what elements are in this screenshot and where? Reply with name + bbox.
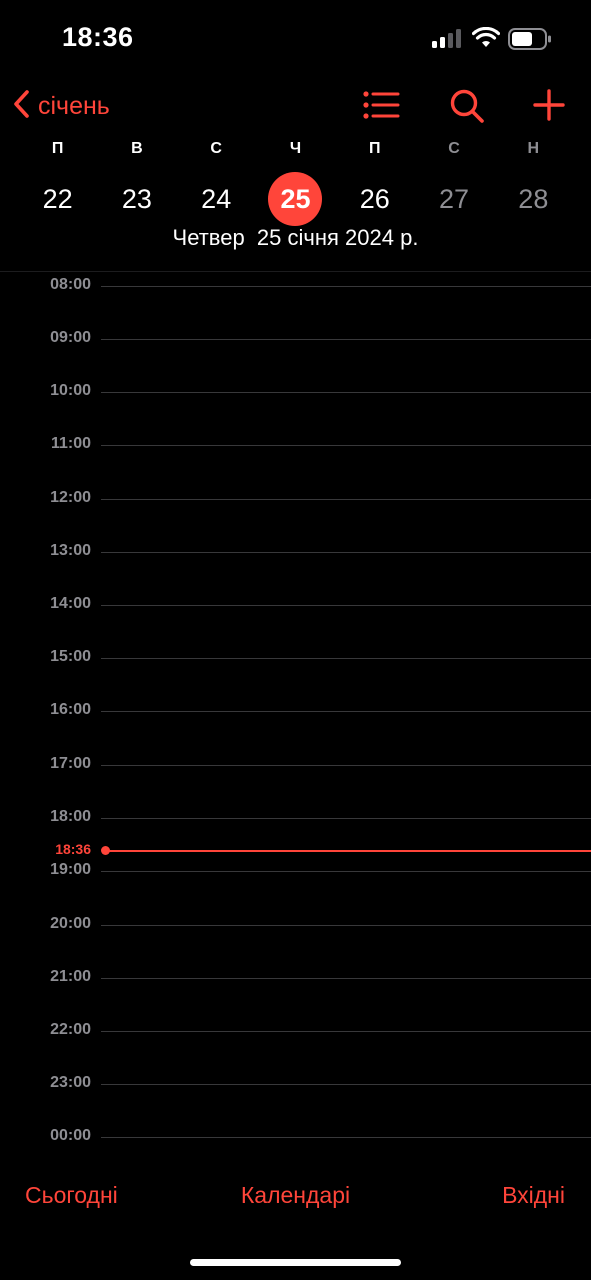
hour-gridline: [101, 1031, 591, 1032]
weekday-letter: Н: [527, 140, 540, 157]
hour-label: 12:00: [50, 489, 91, 506]
hour-row: 10:00: [0, 382, 591, 399]
today-button[interactable]: Сьогодні: [25, 1182, 118, 1209]
hour-row: 23:00: [0, 1074, 591, 1091]
hour-gridline: [101, 605, 591, 606]
hour-label: 21:00: [50, 968, 91, 985]
bottom-toolbar: Календарі Сьогодні Вхідні: [0, 1172, 591, 1222]
weekday-letter: Ч: [289, 140, 302, 157]
hour-gridline: [101, 1084, 591, 1085]
hour-gridline: [101, 445, 591, 446]
date-number[interactable]: 28: [506, 172, 560, 226]
list-icon: [362, 91, 400, 124]
home-indicator[interactable]: [190, 1259, 401, 1266]
date-number[interactable]: 24: [189, 172, 243, 226]
hour-gridline: [101, 871, 591, 872]
inbox-button[interactable]: Вхідні: [502, 1182, 565, 1209]
selected-date-caption: Четвер 25 січня 2024 р.: [172, 225, 419, 250]
day-column-tue[interactable]: В 23: [97, 138, 176, 226]
hour-gridline: [101, 925, 591, 926]
day-column-thu[interactable]: Ч 25: [256, 138, 335, 226]
date-number[interactable]: 23: [110, 172, 164, 226]
selected-date-number[interactable]: 25: [268, 172, 323, 226]
battery-icon: [508, 28, 552, 55]
hour-gridline: [101, 552, 591, 553]
back-to-month-button[interactable]: січень: [12, 88, 110, 124]
date-number[interactable]: 22: [31, 172, 85, 226]
hour-row: 09:00: [0, 329, 591, 346]
hour-label: 22:00: [50, 1021, 91, 1038]
hour-label: 11:00: [50, 435, 91, 452]
add-event-button[interactable]: [532, 88, 566, 127]
cellular-signal-icon: [431, 28, 463, 53]
hour-row: 18:00: [0, 808, 591, 825]
hour-gridline: [101, 765, 591, 766]
search-button[interactable]: [449, 88, 485, 129]
current-time-indicator: 18:36: [0, 841, 591, 857]
date-number[interactable]: 27: [427, 172, 481, 226]
back-button-label: січень: [38, 91, 110, 120]
hour-label: 08:00: [50, 276, 91, 293]
hour-gridline: [101, 339, 591, 340]
status-bar: 18:36: [0, 0, 591, 80]
hour-row: 00:00: [0, 1127, 591, 1144]
hour-label: 18:00: [50, 808, 91, 825]
current-time-label: 18:36: [55, 841, 91, 857]
day-column-sat[interactable]: С 27: [414, 138, 493, 226]
navigation-bar: січень: [0, 80, 591, 132]
day-column-fri[interactable]: П 26: [335, 138, 414, 226]
hour-label: 20:00: [50, 915, 91, 932]
weekday-letter: П: [369, 140, 381, 157]
hour-row: 17:00: [0, 755, 591, 772]
plus-icon: [532, 89, 566, 126]
weekday-letter: В: [131, 140, 143, 157]
hour-gridline: [101, 1137, 591, 1138]
status-time: 18:36: [62, 22, 134, 52]
day-column-sun[interactable]: Н 28: [494, 138, 573, 226]
hour-label: 10:00: [50, 382, 91, 399]
hour-row: 13:00: [0, 542, 591, 559]
hour-gridline: [101, 711, 591, 712]
hour-row: 11:00: [0, 435, 591, 452]
hour-label: 14:00: [50, 595, 91, 612]
hour-row: 21:00: [0, 968, 591, 985]
day-timeline[interactable]: 08:00 09:00 10:00 11:00 12:00 13:00 14:0…: [0, 272, 591, 1162]
hour-row: 15:00: [0, 648, 591, 665]
chevron-left-icon: [12, 89, 30, 124]
wifi-icon: [471, 26, 501, 54]
hour-label: 17:00: [50, 755, 91, 772]
hour-row: 22:00: [0, 1021, 591, 1038]
date-number[interactable]: 26: [348, 172, 402, 226]
hour-row: 08:00: [0, 276, 591, 293]
hour-gridline: [101, 286, 591, 287]
hour-label: 15:00: [50, 648, 91, 665]
hour-label: 09:00: [50, 329, 91, 346]
hour-label: 13:00: [50, 542, 91, 559]
hour-row: 14:00: [0, 595, 591, 612]
day-column-mon[interactable]: П 22: [18, 138, 97, 226]
hour-label: 19:00: [50, 861, 91, 878]
weekday-letter: С: [448, 140, 460, 157]
week-strip: П 22 В 23 С 24 Ч 25 П 26 С 27 Н 28: [18, 138, 573, 226]
hour-row: 12:00: [0, 489, 591, 506]
day-column-wed[interactable]: С 24: [177, 138, 256, 226]
hour-gridline: [101, 499, 591, 500]
weekday-letter: С: [210, 140, 222, 157]
search-icon: [449, 89, 485, 128]
hour-label: 16:00: [50, 701, 91, 718]
hour-gridline: [101, 978, 591, 979]
current-time-line: [105, 850, 591, 852]
hour-gridline: [101, 658, 591, 659]
hour-gridline: [101, 818, 591, 819]
hour-label: 23:00: [50, 1074, 91, 1091]
hour-gridline: [101, 392, 591, 393]
list-view-button[interactable]: [362, 90, 400, 125]
weekday-letter: П: [51, 140, 64, 157]
hour-label: 00:00: [50, 1127, 91, 1144]
hour-row: 16:00: [0, 701, 591, 718]
hour-row: 19:00: [0, 861, 591, 878]
hour-row: 20:00: [0, 915, 591, 932]
